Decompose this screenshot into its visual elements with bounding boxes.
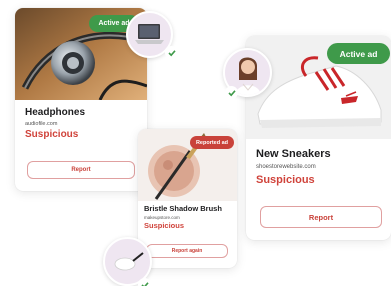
card-status: Suspicious: [25, 129, 79, 140]
card-title: Bristle Shadow Brush: [144, 204, 222, 213]
report-button[interactable]: Report: [260, 206, 382, 228]
checkmark-icon: [225, 86, 238, 99]
ad-card-brush: Reported ad Bristle Shadow Brush makeups…: [138, 129, 237, 268]
report-again-button[interactable]: Report again: [146, 244, 228, 258]
active-ad-badge: Active ad: [327, 43, 390, 64]
reported-ad-badge: Reported ad: [190, 136, 234, 149]
card-status: Suspicious: [144, 221, 185, 230]
card-status: Suspicious: [256, 174, 315, 186]
card-site: makeupstore.com: [144, 215, 180, 220]
checkmark-icon: [165, 46, 178, 59]
card-site: shoestorewebsite.com: [256, 164, 316, 170]
report-button[interactable]: Report: [27, 161, 135, 179]
card-title: Headphones: [25, 107, 86, 118]
card-site: audiofile.com: [25, 121, 58, 127]
checkmark-icon: [138, 278, 151, 286]
card-title: New Sneakers: [256, 148, 331, 160]
